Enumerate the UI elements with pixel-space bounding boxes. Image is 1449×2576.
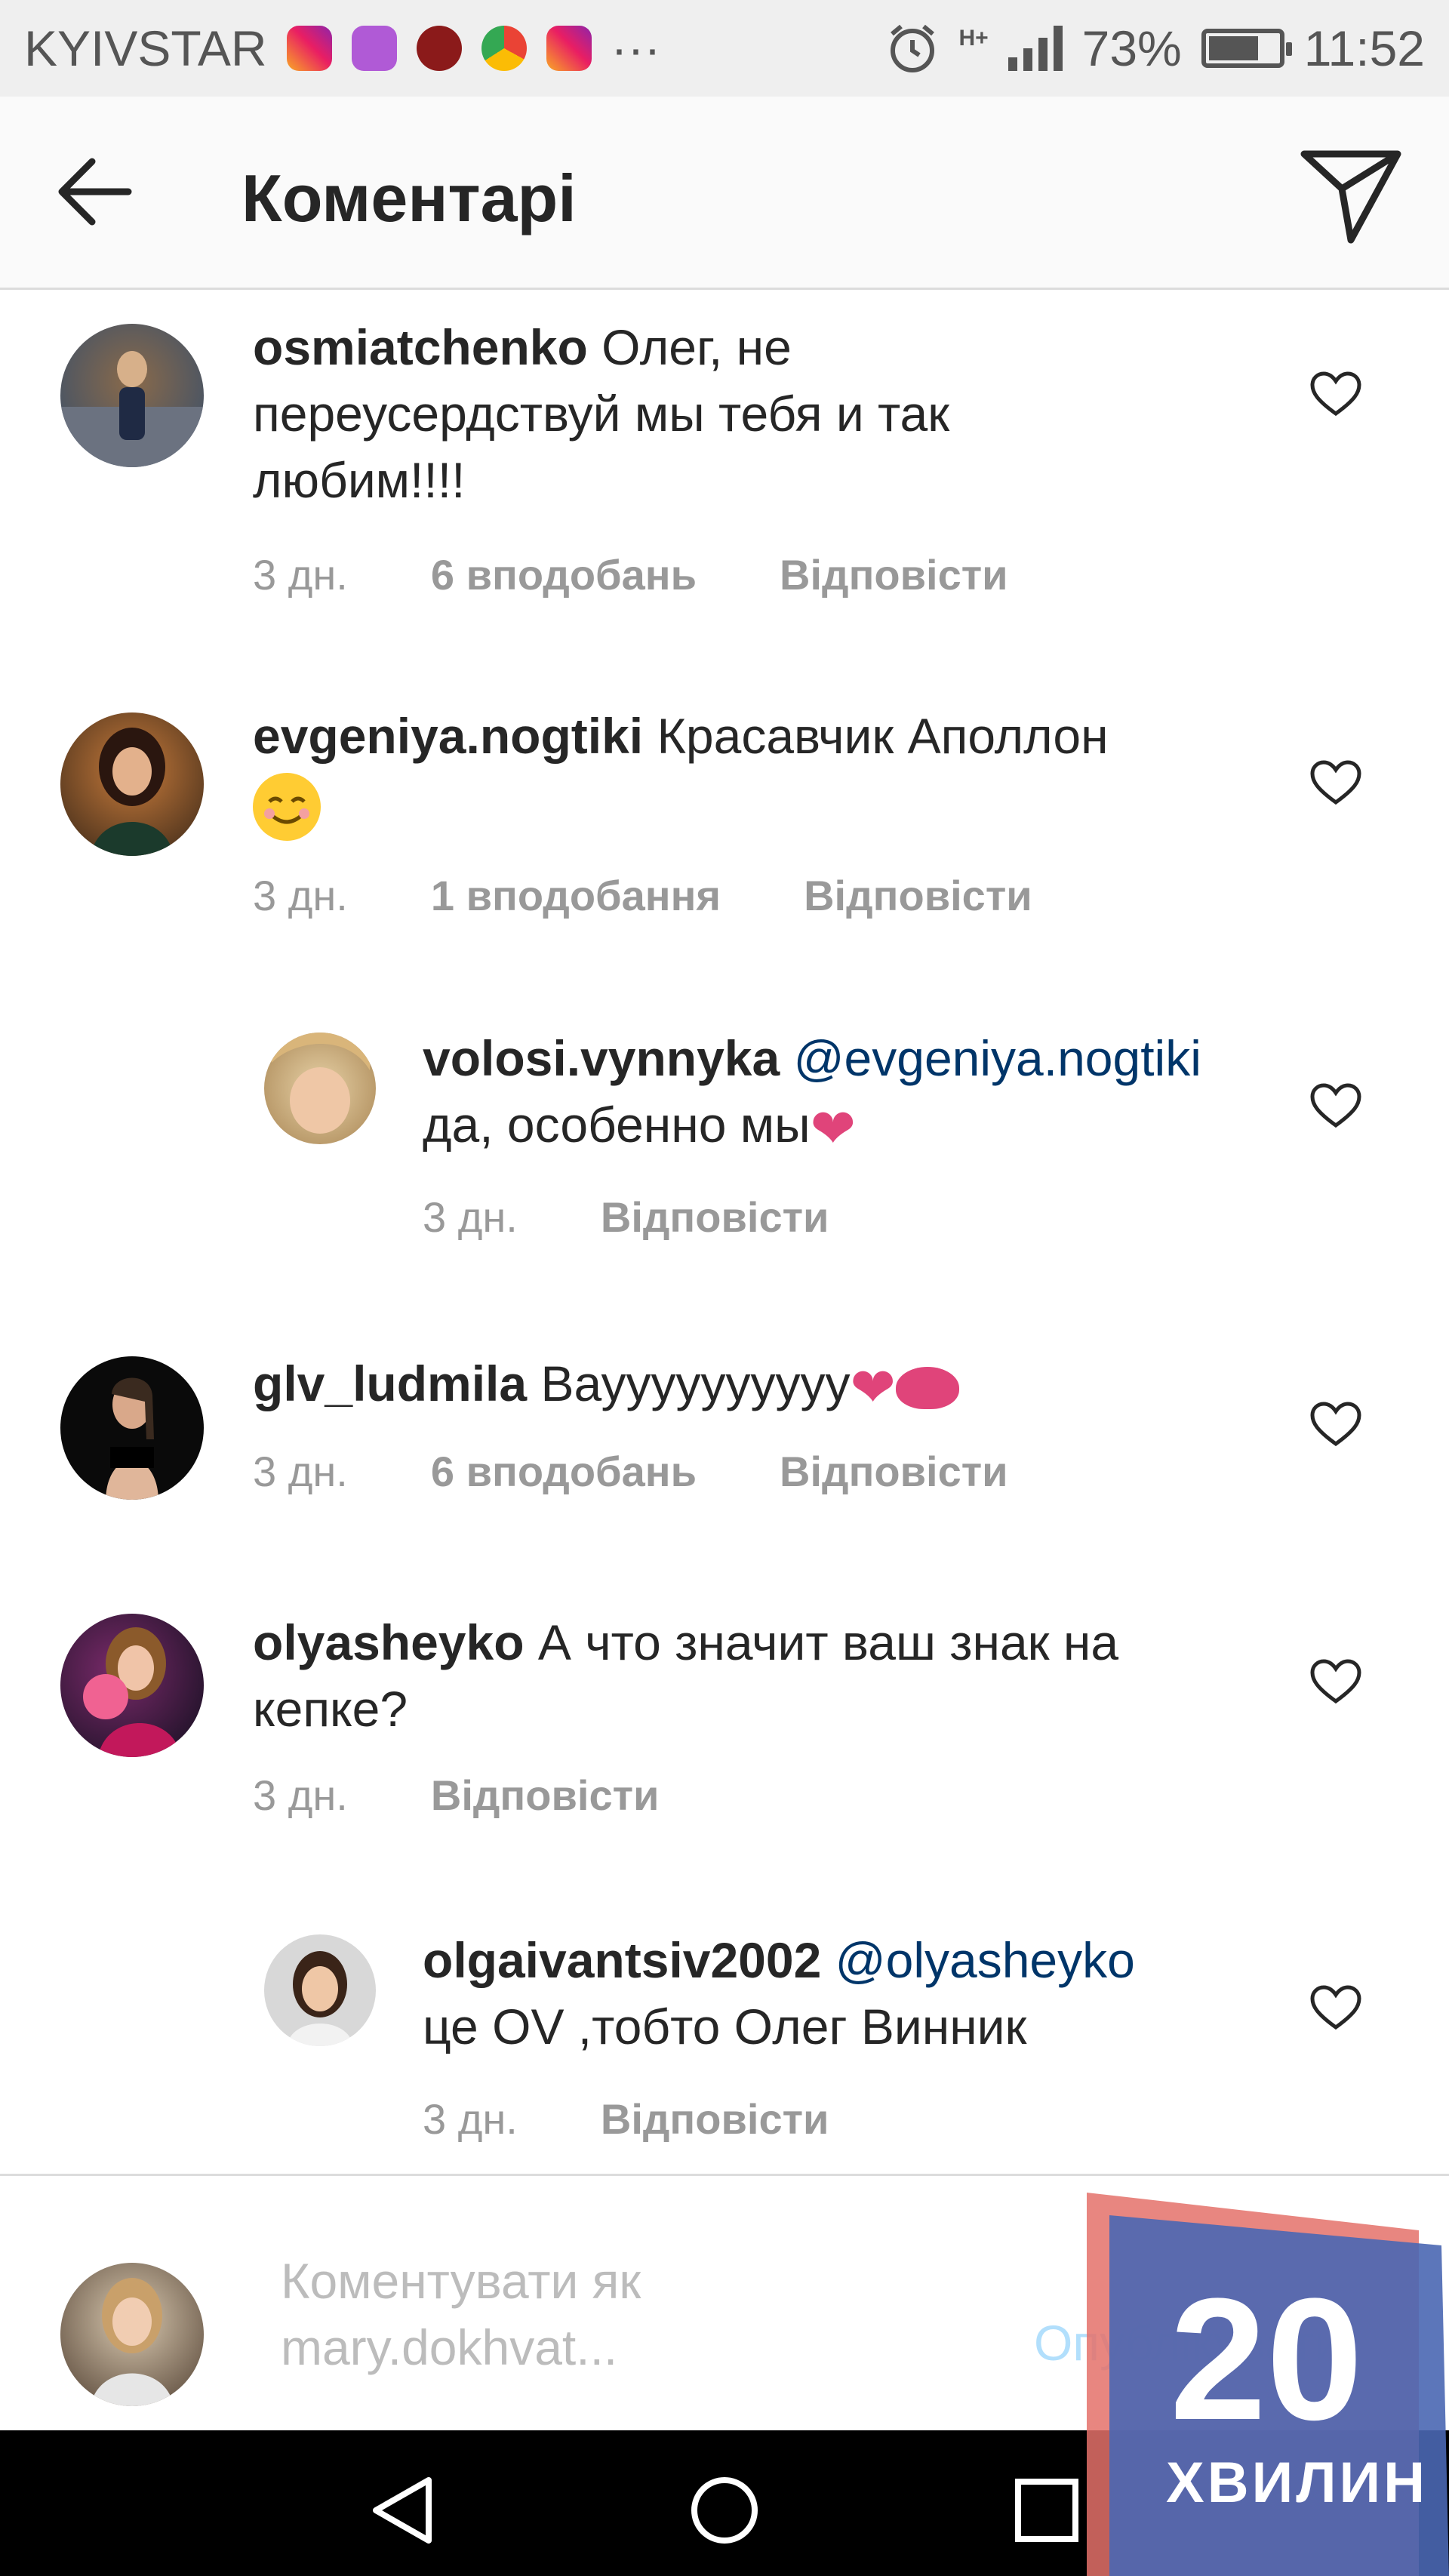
battery-percent: 73% <box>1081 20 1182 76</box>
comment-time: 3 дн. <box>253 551 348 599</box>
heart-icon[interactable] <box>1309 1402 1362 1447</box>
comment-text-line: кепке? <box>253 1681 408 1737</box>
status-bar: KYIVSTAR ··· H+ 73% 11:52 <box>0 0 1449 97</box>
status-left: KYIVSTAR ··· <box>24 20 660 77</box>
heart-icon[interactable] <box>1309 760 1362 805</box>
comment-text-line: любим!!!! <box>253 452 466 508</box>
comment-text-line: Красавчик Аполлон <box>657 708 1109 764</box>
heart-emoji-icon: ❤ <box>810 1098 856 1159</box>
carrier-name: KYIVSTAR <box>24 20 267 76</box>
comment-text-line: переусердствуй мы тебя и так <box>253 386 950 442</box>
mention-link[interactable]: @olyasheyko <box>835 1932 1135 1988</box>
nav-home-icon[interactable] <box>688 2474 761 2547</box>
comment-username[interactable]: olgaivantsiv2002 <box>423 1932 821 1988</box>
more-notifications-icon: ··· <box>611 20 661 76</box>
comment-text-line: Олег, не <box>601 319 792 375</box>
smiling-face-emoji-icon <box>253 772 321 841</box>
opera-notification-icon <box>416 26 462 71</box>
kiss-lips-emoji-icon <box>895 1366 959 1409</box>
comment-likes[interactable]: 6 вподобань <box>431 1447 697 1496</box>
reply-button[interactable]: Відповісти <box>780 1447 1008 1496</box>
comment-text-line: А что значит ваш знак на <box>537 1614 1119 1670</box>
battery-icon <box>1201 29 1292 68</box>
heart-icon[interactable] <box>1309 1659 1362 1704</box>
heart-icon[interactable] <box>1309 1985 1362 2030</box>
alarm-icon <box>891 24 935 72</box>
comment-likes[interactable]: 6 вподобань <box>431 550 697 599</box>
back-arrow-icon[interactable] <box>53 154 136 229</box>
watermark-number: 20 <box>1170 2262 1363 2456</box>
comment-username[interactable]: volosi.vynnyka <box>423 1030 780 1086</box>
comment-time: 3 дн. <box>253 1448 348 1495</box>
avatar[interactable] <box>264 1934 376 2046</box>
current-user-avatar <box>60 2263 204 2406</box>
comment-input[interactable]: Коментувати як mary.dokhvat... <box>281 2248 641 2381</box>
avatar[interactable] <box>60 1356 204 1500</box>
comment-time: 3 дн. <box>253 1771 348 1819</box>
comment-username[interactable]: osmiatchenko <box>253 319 588 375</box>
chrome-notification-icon <box>481 26 527 71</box>
nav-recents-icon[interactable] <box>1014 2477 1080 2544</box>
top-app-bar: Коментарі <box>0 97 1449 290</box>
comment-username[interactable]: evgeniya.nogtiki <box>253 708 643 764</box>
network-type-icon: H+ <box>958 26 989 51</box>
comment-time: 3 дн. <box>253 872 348 919</box>
reply-button[interactable]: Відповісти <box>601 2094 829 2144</box>
comment-text-line: да, особенно мы <box>423 1097 811 1153</box>
comment-time: 3 дн. <box>423 2095 518 2143</box>
avatar[interactable] <box>60 324 204 467</box>
comment-input-placeholder-user: mary.dokhvat... <box>281 2319 618 2375</box>
comment-text-line: Вауууууууууу <box>540 1356 851 1411</box>
heart-icon[interactable] <box>1309 1083 1362 1128</box>
battery-fill <box>1208 36 1259 60</box>
status-right: H+ 73% 11:52 <box>886 20 1425 77</box>
heart-icon[interactable] <box>1309 371 1362 417</box>
reply-button[interactable]: Відповісти <box>431 1771 660 1820</box>
avatar[interactable] <box>60 712 204 856</box>
send-icon[interactable] <box>1298 146 1404 245</box>
comment-time: 3 дн. <box>423 1193 518 1241</box>
nav-back-icon[interactable] <box>368 2474 436 2547</box>
reply-button[interactable]: Відповісти <box>780 550 1008 599</box>
heart-emoji-icon: ❤ <box>850 1357 896 1418</box>
gallery-notification-icon <box>351 26 397 71</box>
clock: 11:52 <box>1303 20 1425 76</box>
reply-button[interactable]: Відповісти <box>601 1193 829 1242</box>
instagram-notification-icon <box>286 26 332 71</box>
20-hvylyn-logo: 20 ХВИЛИН <box>1087 2193 1449 2576</box>
signal-icon <box>1008 26 1063 71</box>
comment-likes[interactable]: 1 вподобання <box>431 871 721 920</box>
comment-username[interactable]: olyasheyko <box>253 1614 525 1670</box>
watermark-word: ХВИЛИН <box>1166 2451 1428 2515</box>
instagram-notification-icon-2 <box>546 26 592 71</box>
comment-input-placeholder: Коментувати як <box>281 2253 641 2309</box>
reply-button[interactable]: Відповісти <box>804 871 1032 920</box>
comment-username[interactable]: glv_ludmila <box>253 1356 527 1411</box>
avatar[interactable] <box>60 1614 204 1757</box>
comment-text-line: це OV ,тобто Олег Винник <box>423 1999 1027 2054</box>
mention-link[interactable]: @evgeniya.nogtiki <box>794 1030 1201 1086</box>
avatar[interactable] <box>264 1033 376 1144</box>
page-title: Коментарі <box>242 161 577 235</box>
